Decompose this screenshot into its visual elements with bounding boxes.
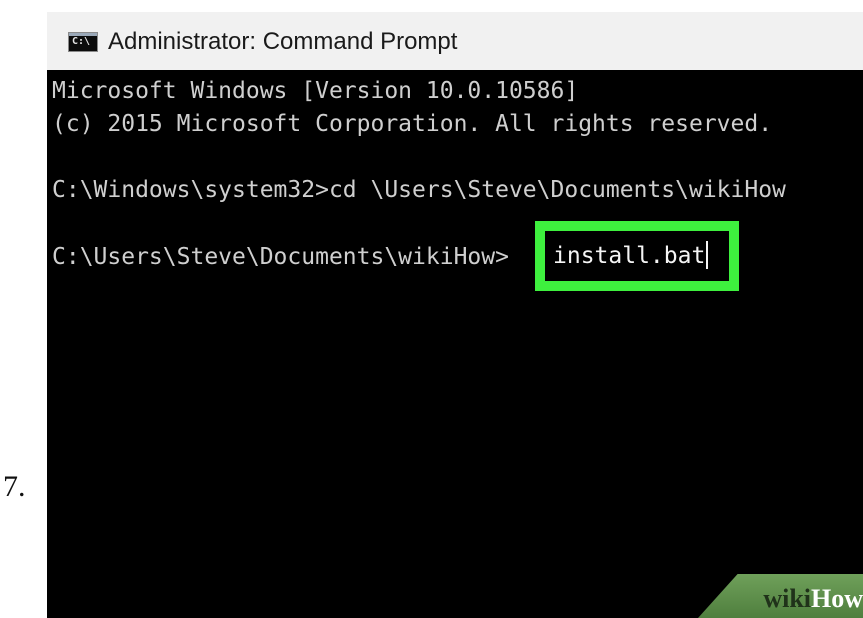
step-number: 7. (3, 470, 26, 503)
command-prompt-window[interactable]: C:\ Administrator: Command Prompt Micros… (47, 12, 863, 618)
title-bar[interactable]: C:\ Administrator: Command Prompt (47, 12, 863, 70)
watermark-part-how: How (811, 584, 863, 613)
console-line-prompt: C:\Users\Steve\Documents\wikiHow> (52, 244, 509, 270)
wikihow-watermark: wikiHow (763, 584, 863, 614)
page: 7. C:\ Administrator: Command Prompt Mic… (0, 0, 863, 618)
console-line-cd-command: C:\Windows\system32>cd \Users\Steve\Docu… (52, 177, 786, 203)
watermark-part-wiki: wiki (763, 584, 811, 613)
cmd-icon-glyph: C:\ (72, 36, 91, 47)
console-output[interactable]: Microsoft Windows [Version 10.0.10586] (… (47, 70, 863, 618)
highlight-box: install.bat (535, 221, 739, 291)
window-title: Administrator: Command Prompt (108, 28, 458, 55)
typed-command-text: install.bat (553, 243, 706, 269)
console-line-copyright: (c) 2015 Microsoft Corporation. All righ… (52, 111, 773, 137)
typed-command[interactable]: install.bat (553, 241, 709, 271)
text-cursor (706, 241, 709, 269)
cmd-icon: C:\ (68, 32, 98, 52)
console-line-version: Microsoft Windows [Version 10.0.10586] (52, 78, 579, 104)
cmd-icon-bar (69, 33, 97, 36)
